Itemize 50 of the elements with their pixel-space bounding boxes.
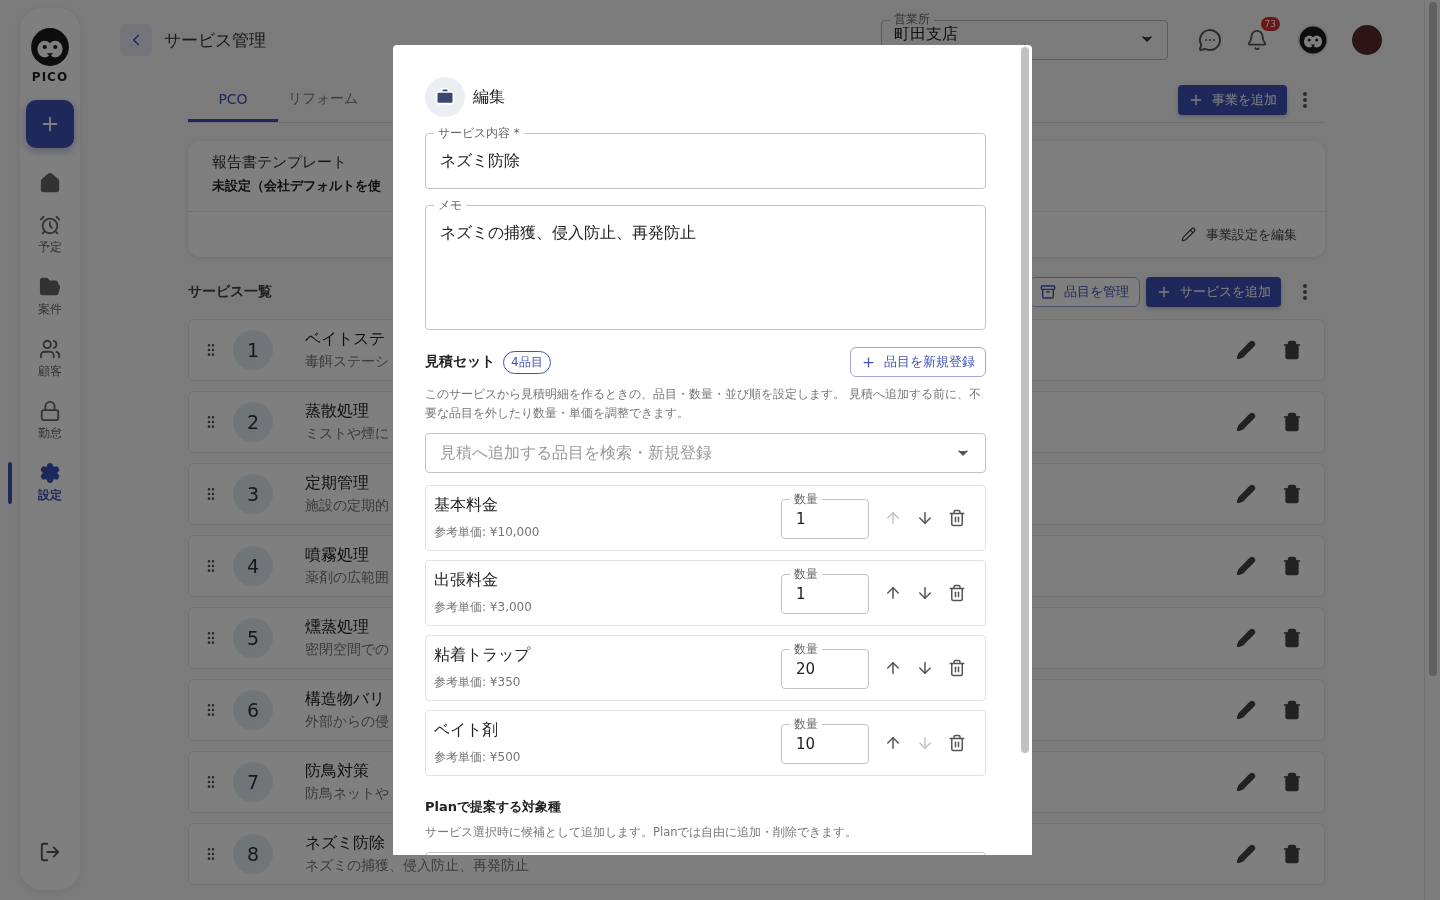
service-number: 8 bbox=[233, 834, 273, 874]
notification-badge: 73 bbox=[1260, 17, 1280, 31]
service-number: 4 bbox=[233, 546, 273, 586]
field-label: 数量 bbox=[790, 716, 822, 732]
item-price: 参考単価: ¥500 bbox=[434, 749, 521, 766]
field-label: 数量 bbox=[790, 641, 822, 657]
section-title: サービス一覧 bbox=[188, 283, 272, 301]
service-description: 外部からの侵 bbox=[305, 713, 389, 731]
service-number: 3 bbox=[233, 474, 273, 514]
field-label: サービス内容 * bbox=[434, 125, 524, 141]
service-number: 2 bbox=[233, 402, 273, 442]
service-number: 6 bbox=[233, 690, 273, 730]
service-description: 薬剤の広範囲 bbox=[305, 569, 389, 587]
service-name: 定期管理 bbox=[305, 473, 369, 494]
service-number: 7 bbox=[233, 762, 273, 802]
dialog-title: 編集 bbox=[473, 86, 505, 108]
field-label: メモ bbox=[434, 197, 466, 213]
plan-description: サービス選択時に候補として追加します。Planでは自由に追加・削除できます。 bbox=[425, 825, 859, 840]
card-value: 未設定（会社デフォルトを使 bbox=[212, 177, 381, 195]
item-price: 参考単価: ¥10,000 bbox=[434, 524, 540, 541]
service-description: 防鳥ネットや bbox=[305, 785, 389, 803]
service-description: 施設の定期的 bbox=[305, 497, 389, 515]
item-name: 粘着トラップ bbox=[434, 645, 530, 666]
field-label: 数量 bbox=[790, 566, 822, 582]
plan-title: Planで提案する対象種 bbox=[425, 798, 562, 816]
service-name: 噴霧処理 bbox=[305, 545, 369, 566]
service-name: ネズミ防除 bbox=[305, 833, 385, 854]
item-price: 参考単価: ¥3,000 bbox=[434, 599, 532, 616]
service-name: 蒸散処理 bbox=[305, 401, 369, 422]
field-label: 営業所 bbox=[890, 11, 934, 27]
logo-text: PICO bbox=[31, 70, 69, 84]
service-name: 防鳥対策 bbox=[305, 761, 369, 782]
service-name: 構造物バリ bbox=[305, 689, 385, 710]
estimate-title: 見積セット bbox=[425, 353, 495, 371]
item-name: ベイト剤 bbox=[434, 720, 498, 741]
field-label: 数量 bbox=[790, 491, 822, 507]
service-description: 密閉空間での bbox=[305, 641, 389, 659]
service-number: 5 bbox=[233, 618, 273, 658]
item-name: 出張料金 bbox=[434, 570, 498, 591]
page-title: サービス管理 bbox=[164, 28, 266, 52]
service-description: ミストや煙に bbox=[305, 425, 389, 443]
service-description: ネズミの捕獲、侵入防止、再発防止 bbox=[305, 857, 529, 875]
item-price: 参考単価: ¥350 bbox=[434, 674, 521, 691]
service-number: 1 bbox=[233, 330, 273, 370]
service-name: ベイトステ bbox=[305, 329, 385, 350]
estimate-description: このサービスから見積明細を作るときの、品目・数量・並び順を設定します。 見積へ追加する前に、不要な品目を外したり数量・単価を調整できます。 bbox=[425, 386, 982, 422]
service-name: 燻蒸処理 bbox=[305, 617, 369, 638]
card-title: 報告書テンプレート bbox=[212, 153, 347, 172]
item-name: 基本料金 bbox=[434, 495, 498, 516]
service-description: 毒餌ステーシ bbox=[305, 353, 389, 371]
